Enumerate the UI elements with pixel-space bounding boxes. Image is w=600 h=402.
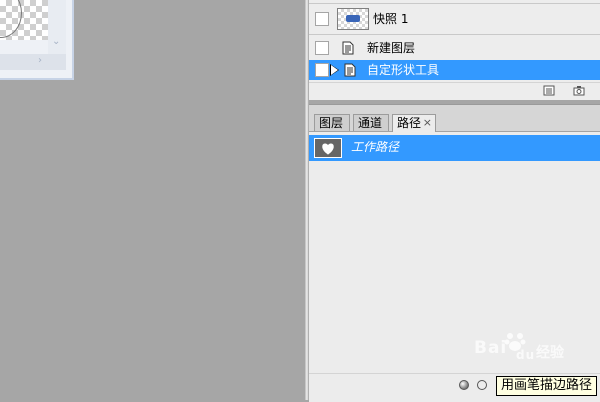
history-snapshot-row[interactable]: 快照 1 — [309, 8, 600, 30]
path-thumbnail — [314, 138, 342, 158]
history-top-line — [309, 3, 600, 4]
document-canvas[interactable] — [0, 0, 49, 40]
snapshot-thumbnail — [337, 8, 369, 30]
history-source-checkbox[interactable] — [315, 12, 329, 26]
stroke-path-button[interactable] — [477, 380, 487, 390]
history-step-new-layer[interactable]: 新建图层 — [309, 38, 600, 58]
history-step-icon — [342, 41, 354, 55]
history-step-custom-shape[interactable]: 自定形状工具 — [309, 60, 600, 80]
watermark-sub: 经验 — [536, 345, 564, 361]
horizontal-scrollbar[interactable]: › — [0, 54, 66, 70]
tab-layers[interactable]: 图层 — [314, 114, 350, 131]
history-step-label: 自定形状工具 — [367, 63, 440, 77]
history-panel: 快照 1 新建图层 自定形状工具 — [309, 0, 600, 100]
fill-path-button[interactable] — [459, 380, 469, 390]
history-footer — [309, 82, 600, 99]
watermark-brand: Bai — [474, 338, 508, 358]
camera-icon[interactable] — [573, 85, 585, 96]
path-name: 工作路径 — [351, 140, 400, 154]
watermark-brand-suffix: du — [516, 348, 536, 362]
path-row-work-path[interactable]: 工作路径 — [309, 135, 600, 161]
tab-channels[interactable]: 通道 — [353, 114, 389, 131]
tab-label: 图层 — [319, 116, 344, 130]
tab-label: 通道 — [358, 116, 383, 130]
chevron-down-icon[interactable]: ⌄ — [52, 36, 60, 47]
tab-label: 路径 — [397, 116, 422, 130]
tab-paths[interactable]: 路径 × — [392, 114, 436, 132]
history-step-icon — [344, 63, 356, 77]
vertical-scrollbar[interactable]: ⌄ — [48, 0, 66, 54]
stroke-path-tooltip: 用画笔描边路径 — [496, 376, 598, 396]
history-step-label: 新建图层 — [367, 41, 416, 55]
document-window: ⌄ › — [0, 0, 74, 80]
close-icon[interactable]: × — [423, 115, 432, 131]
history-state-slider-fill — [331, 65, 338, 75]
heart-shape-icon — [322, 143, 334, 155]
chevron-right-icon[interactable]: › — [38, 55, 42, 66]
history-separator — [309, 34, 600, 35]
canvas-curve — [0, 0, 22, 38]
snapshot-mark — [346, 15, 360, 22]
panel-tab-strip: 图层 通道 路径 × — [309, 105, 600, 132]
snapshot-label: 快照 1 — [373, 12, 409, 26]
history-source-checkbox[interactable] — [315, 41, 329, 55]
history-source-checkbox[interactable] — [315, 63, 329, 77]
baidu-watermark: Bai du 经验 — [474, 328, 570, 368]
new-document-from-state-icon[interactable] — [543, 85, 555, 96]
